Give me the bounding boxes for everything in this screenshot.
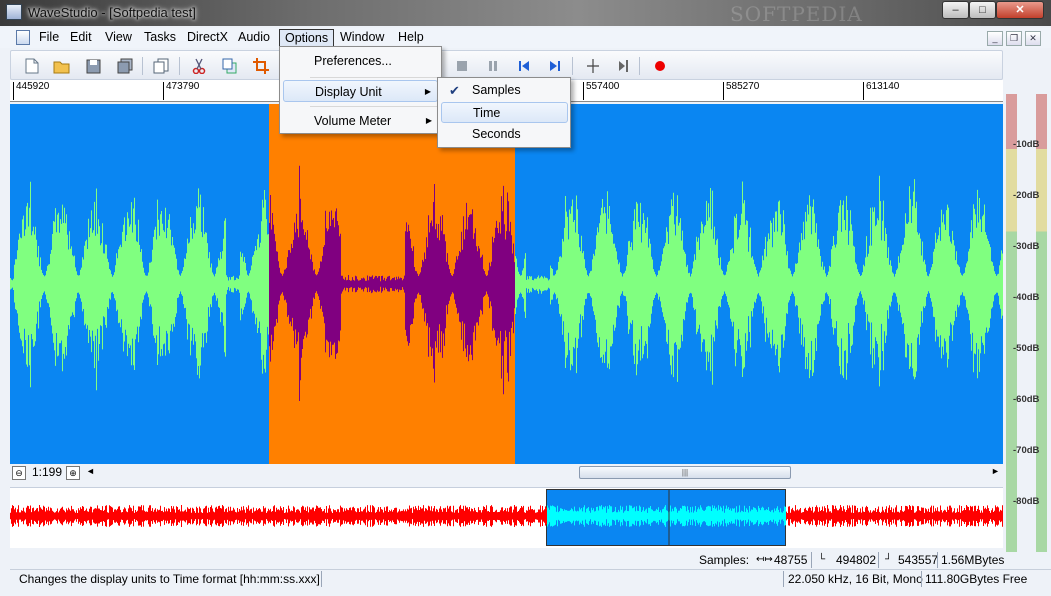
save-all-icon[interactable] [116, 57, 134, 75]
menu-view[interactable]: View [100, 29, 137, 47]
menu-directx[interactable]: DirectX [182, 29, 233, 47]
menu-item-label: Volume Meter [314, 114, 392, 128]
meter-label: -10dB [1013, 139, 1040, 150]
meter-label: -80dB [1013, 496, 1040, 507]
title-bar[interactable]: WaveStudio - [Softpedia test] SOFTPEDIA … [0, 0, 1051, 26]
menu-item-label: Time [473, 106, 501, 120]
meter-label: -60dB [1013, 394, 1040, 405]
skip-start-icon[interactable] [515, 57, 533, 75]
zoom-out-icon[interactable]: ⊖ [12, 466, 26, 480]
zoom-in-icon[interactable]: ⊕ [66, 466, 80, 480]
meter-bar-left [1006, 94, 1017, 552]
meter-label: -30dB [1013, 241, 1040, 252]
menu-item-seconds[interactable]: Seconds [441, 124, 568, 145]
save-icon[interactable] [84, 57, 102, 75]
menu-tasks[interactable]: Tasks [139, 29, 181, 47]
maximize-button[interactable]: □ [969, 1, 996, 19]
scroll-right-icon[interactable]: ► [991, 466, 1000, 476]
selection-end: 543557 [898, 553, 939, 567]
skip-end-icon[interactable] [546, 57, 564, 75]
zoom-bar: ⊖ 1:199 ⊕ ◄ ||| ► [10, 464, 1003, 482]
horizontal-scrollbar[interactable]: ||| [90, 466, 1000, 480]
status-bar: Changes the display units to Time format… [10, 569, 1051, 589]
watermark: SOFTPEDIA [730, 2, 863, 26]
overview-waveform [10, 490, 1003, 546]
zoom-level: 1:199 [32, 465, 63, 479]
meter-label: -20dB [1013, 190, 1040, 201]
menu-item-label: Seconds [472, 127, 521, 141]
toolbar [10, 50, 1003, 80]
window-title: WaveStudio - [Softpedia test] [28, 5, 196, 20]
overview-selected-wave-path [547, 505, 786, 527]
ruler-tick: 473790 [163, 82, 199, 100]
overview-wave-path [10, 505, 1003, 527]
status-hint: Changes the display units to Time format… [19, 572, 320, 586]
ruler-tick: 613140 [863, 82, 899, 100]
overview-strip[interactable] [10, 487, 1003, 548]
menu-item-samples[interactable]: ✔ Samples [441, 80, 568, 101]
selection-length: 48755 [774, 553, 808, 567]
minimize-button[interactable]: – [942, 1, 969, 19]
crop-icon[interactable] [252, 57, 270, 75]
menu-audio[interactable]: Audio [233, 29, 275, 47]
menu-item-display-unit[interactable]: Display Unit ▶ [283, 80, 438, 102]
menu-item-label: Display Unit [315, 85, 382, 99]
selection-size: 1.56MBytes [941, 553, 1005, 567]
end-icon: ┘ [885, 554, 893, 565]
menu-item-time[interactable]: Time [441, 102, 568, 123]
menu-item-volume-meter[interactable]: Volume Meter ▶ [283, 110, 438, 132]
ruler-tick: 445920 [13, 82, 49, 100]
pause-icon[interactable] [484, 57, 502, 75]
copy-doc-icon[interactable] [152, 57, 170, 75]
options-menu: Preferences... Display Unit ▶ Volume Mete… [279, 46, 442, 134]
meter-label: -40dB [1013, 292, 1040, 303]
marker-icon[interactable] [584, 57, 602, 75]
menu-edit[interactable]: Edit [65, 29, 97, 47]
display-unit-submenu: ✔ Samples Time Seconds [437, 77, 571, 148]
copy-icon[interactable] [221, 57, 239, 75]
new-icon[interactable] [23, 57, 41, 75]
record-icon[interactable] [651, 57, 669, 75]
document-icon[interactable] [16, 30, 30, 45]
menu-item-label: Preferences... [314, 54, 392, 68]
check-icon: ✔ [449, 83, 460, 98]
waveform-trace [10, 165, 1003, 401]
volume-meter: -10dB -20dB -30dB -40dB -50dB -60dB -70d… [1003, 94, 1051, 552]
open-icon[interactable] [53, 57, 71, 75]
audio-format: 22.050 kHz, 16 Bit, Mono [788, 572, 923, 586]
start-icon: └ [818, 554, 826, 565]
meter-bar-right [1036, 94, 1047, 552]
stop-icon[interactable] [453, 57, 471, 75]
scroll-thumb[interactable]: ||| [579, 466, 791, 479]
close-button[interactable]: ✕ [996, 1, 1044, 19]
app-icon[interactable] [6, 4, 22, 20]
selection-start: 494802 [836, 553, 877, 567]
mdi-close-button[interactable]: ✕ [1025, 31, 1041, 46]
ruler-tick: 585270 [723, 82, 759, 100]
submenu-arrow-icon: ▶ [425, 116, 432, 125]
app-window: WaveStudio - [Softpedia test] SOFTPEDIA … [0, 0, 1051, 596]
goto-marker-icon[interactable] [614, 57, 632, 75]
cut-icon[interactable] [190, 57, 208, 75]
selection-status-bar: Samples: ↤↦ 48755 └ 494802 ┘ 543557 1.56… [10, 551, 1005, 569]
meter-label: -50dB [1013, 343, 1040, 354]
menu-file[interactable]: File [34, 29, 64, 47]
menu-help[interactable]: Help [393, 29, 429, 47]
mdi-restore-button[interactable]: ❐ [1006, 31, 1022, 46]
length-icon: ↤↦ [756, 554, 773, 565]
menu-item-label: Samples [472, 83, 521, 97]
submenu-arrow-icon: ▶ [424, 87, 431, 96]
waveform-view[interactable] [10, 104, 1003, 464]
disk-free: 111.80GBytes Free [925, 572, 1028, 586]
mdi-minimize-button[interactable]: _ [987, 31, 1003, 46]
menu-bar: File Edit View Tasks DirectX Audio Optio… [0, 28, 1051, 48]
ruler-tick: 557400 [583, 82, 619, 100]
waveform-path [269, 165, 515, 401]
menu-item-preferences[interactable]: Preferences... [283, 50, 438, 72]
meter-label: -70dB [1013, 445, 1040, 456]
samples-label: Samples: [699, 553, 750, 567]
menu-options[interactable]: Options [279, 29, 335, 47]
menu-window[interactable]: Window [335, 29, 389, 47]
